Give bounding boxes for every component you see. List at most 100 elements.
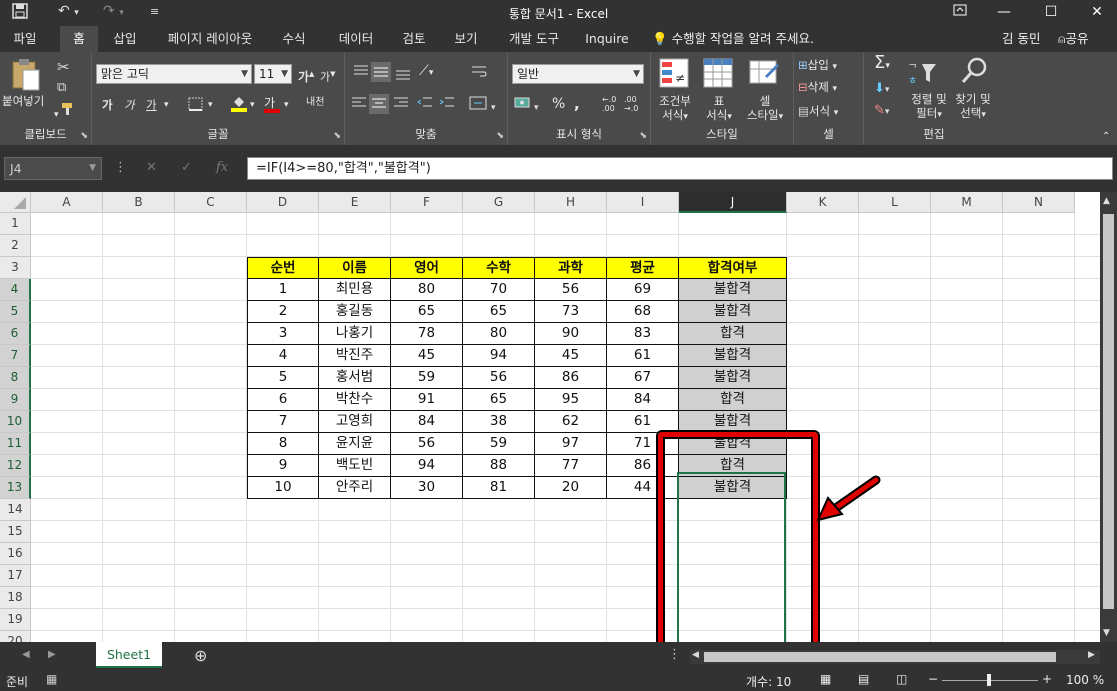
format-as-table-icon[interactable] — [703, 58, 733, 91]
table-cell[interactable]: 65 — [463, 301, 535, 323]
row-header-3[interactable]: 3 — [0, 257, 31, 279]
column-header-c[interactable]: C — [175, 192, 247, 213]
table-header-cell[interactable]: 수학 — [463, 257, 535, 279]
user-name[interactable]: 김 동민 — [1002, 26, 1040, 52]
format-cells-button[interactable]: ▤서식 ▾ — [798, 104, 838, 120]
table-cell[interactable]: 86 — [607, 455, 679, 477]
table-cell[interactable]: 홍길동 — [319, 301, 391, 323]
result-cell[interactable]: 불합격 — [679, 411, 787, 433]
format-as-table-button[interactable]: 표 서식▾ — [701, 94, 737, 124]
horizontal-scroll-thumb[interactable] — [704, 652, 1056, 662]
table-cell[interactable]: 20 — [535, 477, 607, 499]
table-cell[interactable]: 45 — [535, 345, 607, 367]
table-cell[interactable]: 71 — [607, 433, 679, 455]
row-header-7[interactable]: 7 — [0, 345, 31, 367]
sort-filter-icon[interactable]: ᄀㅎ — [908, 60, 938, 89]
row-header-4[interactable]: 4 — [0, 279, 31, 301]
row-header-18[interactable]: 18 — [0, 587, 31, 609]
table-cell[interactable]: 59 — [391, 367, 463, 389]
row-header-9[interactable]: 9 — [0, 389, 31, 411]
table-cell[interactable]: 91 — [391, 389, 463, 411]
table-cell[interactable]: 56 — [535, 279, 607, 301]
decrease-decimal-button[interactable]: .00 →.0 — [624, 95, 638, 113]
row-header-8[interactable]: 8 — [0, 367, 31, 389]
horizontal-scrollbar[interactable]: ◀ ▶ — [690, 650, 1100, 664]
table-cell[interactable]: 78 — [391, 323, 463, 345]
formula-input[interactable]: =IF(I4>=80,"합격","불합격") — [247, 157, 1113, 180]
find-select-button[interactable]: 찾기 및 선택▾ — [950, 92, 996, 122]
column-header-h[interactable]: H — [535, 192, 607, 213]
column-header-n[interactable]: N — [1003, 192, 1075, 213]
phonetic-guide-button[interactable]: 내천 — [306, 96, 324, 110]
column-header-l[interactable]: L — [859, 192, 931, 213]
worksheet-grid[interactable]: ABCDEFGHIJKLMN 1 2 3 4 5 6 7 8 9 10 11 12 13 14 15 16 17… — [0, 192, 1100, 642]
table-cell[interactable]: 80 — [391, 279, 463, 301]
table-cell[interactable]: 안주리 — [319, 477, 391, 499]
table-cell[interactable]: 94 — [463, 345, 535, 367]
accounting-format-icon[interactable]: ▾ — [514, 96, 539, 113]
tab-data[interactable]: 데이터 — [328, 26, 384, 52]
table-cell[interactable]: 86 — [535, 367, 607, 389]
align-bottom-icon[interactable] — [395, 66, 411, 83]
table-cell[interactable]: 홍서범 — [319, 367, 391, 389]
table-cell[interactable]: 94 — [391, 455, 463, 477]
table-cell[interactable]: 68 — [607, 301, 679, 323]
table-cell[interactable]: 30 — [391, 477, 463, 499]
table-cell[interactable]: 70 — [463, 279, 535, 301]
share-button[interactable]: ⍝공유 — [1058, 26, 1089, 52]
table-cell[interactable]: 62 — [535, 411, 607, 433]
table-cell[interactable]: 84 — [391, 411, 463, 433]
table-cell[interactable]: 1 — [247, 279, 319, 301]
row-header-10[interactable]: 10 — [0, 411, 31, 433]
column-header-d[interactable]: D — [247, 192, 319, 213]
row-header-13[interactable]: 13 — [0, 477, 31, 499]
table-cell[interactable]: 44 — [607, 477, 679, 499]
row-header-15[interactable]: 15 — [0, 521, 31, 543]
paste-icon[interactable] — [10, 58, 42, 95]
zoom-slider-thumb[interactable] — [987, 674, 991, 686]
row-header-5[interactable]: 5 — [0, 301, 31, 323]
row-header-2[interactable]: 2 — [0, 235, 31, 257]
sort-filter-button[interactable]: 정렬 및 필터▾ — [904, 92, 954, 122]
table-cell[interactable]: 최민용 — [319, 279, 391, 301]
page-layout-view-icon[interactable]: ▤ — [858, 672, 869, 686]
row-header-1[interactable]: 1 — [0, 213, 31, 235]
row-header-17[interactable]: 17 — [0, 565, 31, 587]
table-cell[interactable]: 2 — [247, 301, 319, 323]
table-cell[interactable]: 65 — [391, 301, 463, 323]
column-header-g[interactable]: G — [463, 192, 535, 213]
tab-file[interactable]: 파일 — [0, 26, 50, 52]
paste-button[interactable]: 붙여넣기 — [2, 94, 44, 108]
tab-page-layout[interactable]: 페이지 레이아웃 — [160, 26, 260, 52]
insert-cells-button[interactable]: ⊞삽입 ▾ — [798, 58, 837, 74]
font-size-select[interactable]: 11 ▼ — [254, 64, 292, 84]
table-header-cell[interactable]: 과학 — [535, 257, 607, 279]
table-header-cell[interactable]: 합격여부 — [679, 257, 787, 279]
fill-color-icon[interactable] — [230, 94, 248, 115]
align-left-icon[interactable] — [351, 96, 367, 113]
result-cell[interactable]: 불합격 — [679, 433, 787, 455]
increase-indent-icon[interactable] — [439, 96, 455, 113]
next-sheet-icon[interactable]: ▶ — [48, 649, 56, 660]
ribbon-display-icon[interactable] — [940, 1, 980, 25]
scroll-left-icon[interactable]: ◀ — [692, 650, 699, 660]
table-cell[interactable]: 45 — [391, 345, 463, 367]
align-right-icon[interactable] — [393, 96, 409, 113]
scroll-down-icon[interactable]: ▼ — [1103, 628, 1110, 638]
sheet-tab-sheet1[interactable]: Sheet1 — [96, 642, 162, 668]
percent-style-button[interactable]: % — [552, 97, 565, 111]
row-header-6[interactable]: 6 — [0, 323, 31, 345]
table-cell[interactable]: 3 — [247, 323, 319, 345]
table-cell[interactable]: 80 — [463, 323, 535, 345]
table-cell[interactable]: 83 — [607, 323, 679, 345]
table-cell[interactable]: 81 — [463, 477, 535, 499]
table-cell[interactable]: 90 — [535, 323, 607, 345]
wrap-text-icon[interactable] — [471, 64, 487, 83]
orientation-icon[interactable]: ⟋▾ — [419, 64, 433, 80]
table-cell[interactable]: 88 — [463, 455, 535, 477]
result-cell[interactable]: 합격 — [679, 323, 787, 345]
name-box[interactable]: J4 ▼ — [4, 157, 102, 180]
insert-function-icon[interactable]: fx — [216, 160, 228, 175]
column-header-e[interactable]: E — [319, 192, 391, 213]
column-header-j[interactable]: J — [679, 192, 787, 213]
